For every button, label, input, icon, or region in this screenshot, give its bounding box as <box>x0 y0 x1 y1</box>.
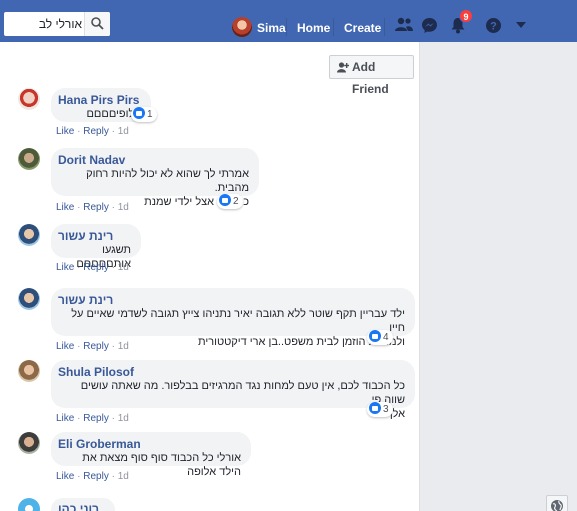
nav-divider <box>384 18 385 36</box>
comment-text: כל הכבוד לכם, אין טעם למחות נגד המרגיזים… <box>80 380 405 406</box>
nav-divider <box>286 18 287 36</box>
help-icon[interactable]: ? <box>485 17 502 34</box>
comment-author[interactable]: רינת עשור <box>58 229 131 243</box>
reaction-count[interactable]: 2 <box>217 194 243 209</box>
comment-text: אלופיםםםם <box>86 108 141 120</box>
like-link[interactable]: Like <box>56 202 74 213</box>
reply-link[interactable]: Reply <box>83 341 109 352</box>
comment-actions: Like · Reply · 1d <box>56 471 129 482</box>
reply-link[interactable]: Reply <box>83 262 109 273</box>
comment-author[interactable]: רינת עשור <box>58 293 405 307</box>
chevron-down-icon[interactable] <box>516 22 526 29</box>
search-box[interactable]: אורלי לב <box>4 12 110 36</box>
like-link[interactable]: Like <box>56 471 74 482</box>
comment-author[interactable]: Hana Pirs Pirs <box>58 93 141 107</box>
comment-author[interactable]: Eli Groberman <box>58 437 241 451</box>
reply-link[interactable]: Reply <box>83 413 109 424</box>
comment: רוני כהן <box>18 498 418 511</box>
nav-divider <box>333 18 334 36</box>
comment-author[interactable]: Shula Pilosof <box>58 365 405 379</box>
comment-bubble: רינת עשור ילד עבריין תקף שוטר ללא תגובה … <box>51 288 415 348</box>
profile-link[interactable]: Sima <box>257 21 286 35</box>
like-reaction-icon <box>133 107 145 119</box>
reaction-count[interactable]: 1 <box>131 107 157 122</box>
comment-timestamp[interactable]: 1d <box>118 202 129 213</box>
add-friend-icon <box>337 62 349 73</box>
comment-timestamp[interactable]: 1d <box>118 126 129 137</box>
home-link[interactable]: Home <box>297 21 330 35</box>
comment-actions: Like · Reply · 1d <box>56 341 129 352</box>
comments-feed: Add Friend Hana Pirs Pirs אלופיםםםם 1 Li… <box>0 42 420 511</box>
like-link[interactable]: Like <box>56 341 74 352</box>
comment-text: ילד עבריין תקף שוטר ללא תגובה יאיר נתניה… <box>71 308 405 334</box>
create-link[interactable]: Create <box>344 21 381 35</box>
avatar[interactable] <box>18 224 40 246</box>
comment: רינת עשור ילד עבריין תקף שוטר ללא תגובה … <box>18 288 418 354</box>
comment-actions: Like · Reply · 1d <box>56 126 129 137</box>
avatar[interactable] <box>18 432 40 454</box>
search-button[interactable] <box>84 12 110 36</box>
svg-text:?: ? <box>490 21 497 33</box>
comment-bubble: Eli Groberman אורלי כל הכבוד סוף סוף מצא… <box>51 432 251 478</box>
reaction-count[interactable]: 4 <box>367 330 393 345</box>
avatar[interactable] <box>18 360 40 382</box>
search-icon <box>91 17 104 30</box>
comment-bubble: Shula Pilosof כל הכבוד לכם, אין טעם למחו… <box>51 360 415 420</box>
right-column <box>420 42 577 511</box>
comment-bubble: Dorit Nadav אמרתי לך שהוא לא יכול להיות … <box>51 148 259 208</box>
comment-timestamp[interactable]: 1d <box>118 341 129 352</box>
like-link[interactable]: Like <box>56 413 74 424</box>
reaction-count[interactable]: 3 <box>367 402 393 417</box>
comment-actions: Like · Reply · 1d <box>56 413 129 424</box>
comment-actions: Like · Reply · 1d <box>56 262 129 273</box>
comment: Hana Pirs Pirs אלופיםםםם 1 Like · Reply … <box>18 88 418 138</box>
globe-icon <box>551 500 563 511</box>
friends-icon[interactable] <box>394 17 414 33</box>
like-reaction-icon <box>369 402 381 414</box>
comment-timestamp[interactable]: 1d <box>118 413 129 424</box>
like-link[interactable]: Like <box>56 126 74 137</box>
comment: רינת עשור תשגעו אותםםםםם Like · Reply · … <box>18 224 418 274</box>
top-navigation-bar: אורלי לב Sima Home Create 9 ? <box>0 0 577 42</box>
comment-bubble: רינת עשור תשגעו אותםםםםם <box>51 224 141 270</box>
notification-count-badge: 9 <box>459 9 473 23</box>
avatar[interactable] <box>18 148 40 170</box>
scroll-top-button[interactable] <box>546 495 568 511</box>
like-reaction-icon <box>369 330 381 342</box>
add-friend-button[interactable]: Add Friend <box>329 55 414 96</box>
reply-link[interactable]: Reply <box>83 471 109 482</box>
comment-bubble: רוני כהן <box>51 498 115 511</box>
search-input[interactable]: אורלי לב <box>39 17 82 31</box>
comment: Dorit Nadav אמרתי לך שהוא לא יכול להיות … <box>18 148 418 214</box>
avatar[interactable] <box>18 288 40 310</box>
reply-link[interactable]: Reply <box>83 202 109 213</box>
profile-avatar[interactable] <box>232 17 252 37</box>
comment-timestamp[interactable]: 1d <box>118 262 129 273</box>
like-reaction-icon <box>219 194 231 206</box>
avatar[interactable] <box>18 88 40 110</box>
comment-author[interactable]: רוני כהן <box>58 502 105 511</box>
comment-timestamp[interactable]: 1d <box>118 471 129 482</box>
comment-actions: Like · Reply · 1d <box>56 202 129 213</box>
comment-text: אמרתי לך שהוא לא יכול להיות רחוק מהבית. <box>86 168 249 194</box>
reply-link[interactable]: Reply <box>83 126 109 137</box>
comment-author[interactable]: Dorit Nadav <box>58 153 249 167</box>
comment: Shula Pilosof כל הכבוד לכם, אין טעם למחו… <box>18 360 418 426</box>
like-link[interactable]: Like <box>56 262 74 273</box>
avatar[interactable] <box>18 498 40 511</box>
messenger-icon[interactable] <box>421 17 438 34</box>
comment: Eli Groberman אורלי כל הכבוד סוף סוף מצא… <box>18 432 418 482</box>
